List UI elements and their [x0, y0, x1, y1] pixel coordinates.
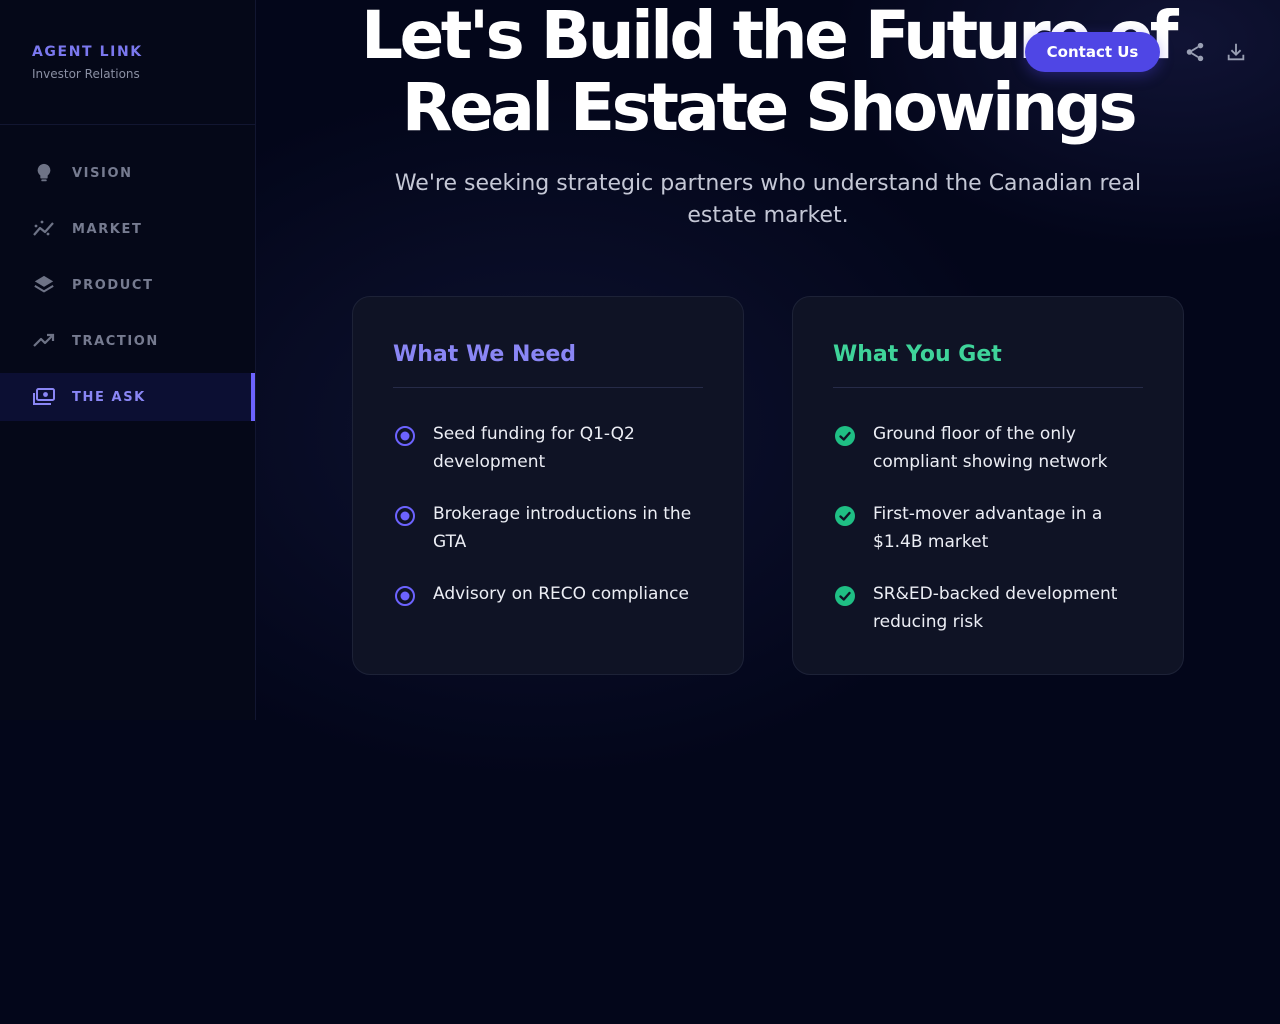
list-item: Seed funding for Q1-Q2 development: [393, 420, 703, 476]
layers-icon: [32, 273, 56, 297]
brand-title: AGENT LINK: [32, 44, 143, 60]
list-item: First-mover advantage in a $1.4B market: [833, 500, 1143, 556]
brand-subtitle: Investor Relations: [32, 67, 140, 81]
check-circle-icon: [833, 584, 857, 608]
list-item: Ground floor of the only compliant showi…: [833, 420, 1143, 476]
sidebar-item-traction[interactable]: TRACTION: [0, 317, 255, 365]
check-circle-icon: [833, 424, 857, 448]
sidebar-item-label: THE ASK: [72, 389, 146, 405]
page-title: Let's Build the Future of Real Estate Sh…: [340, 0, 1196, 144]
radio-dot-icon: [393, 504, 417, 528]
list-item: SR&ED-backed development reducing risk: [833, 580, 1143, 636]
list-item: Brokerage introductions in the GTA: [393, 500, 703, 556]
cash-icon: [32, 385, 56, 409]
chart-line-icon: [32, 217, 56, 241]
share-icon[interactable]: [1183, 40, 1207, 64]
card-title: What We Need: [393, 337, 703, 388]
sidebar-item-the-ask[interactable]: THE ASK: [0, 373, 255, 421]
needs-list: Seed funding for Q1-Q2 development Broke…: [393, 420, 703, 608]
sidebar-item-label: VISION: [72, 165, 133, 181]
sidebar-item-label: TRACTION: [72, 333, 159, 349]
what-we-need-card: What We Need Seed funding for Q1-Q2 deve…: [352, 296, 744, 675]
what-you-get-card: What You Get Ground floor of the only co…: [792, 296, 1184, 675]
page-title-line-2: Real Estate Showings: [401, 69, 1138, 146]
sidebar-item-label: PRODUCT: [72, 277, 154, 293]
list-item-text: Ground floor of the only compliant showi…: [873, 424, 1108, 472]
card-title: What You Get: [833, 337, 1143, 388]
contact-us-button[interactable]: Contact Us: [1025, 32, 1160, 72]
sidebar: AGENT LINK Investor Relations VISION MAR…: [0, 0, 256, 720]
sidebar-item-vision[interactable]: VISION: [0, 149, 255, 197]
sidebar-item-label: MARKET: [72, 221, 143, 237]
page-subtitle: We're seeking strategic partners who und…: [394, 171, 1142, 228]
list-item: Advisory on RECO compliance: [393, 580, 703, 608]
list-item-text: Brokerage introductions in the GTA: [433, 504, 692, 552]
app-root: AGENT LINK Investor Relations VISION MAR…: [0, 0, 1280, 1024]
gets-list: Ground floor of the only compliant showi…: [833, 420, 1143, 636]
radio-dot-icon: [393, 584, 417, 608]
lightbulb-icon: [32, 161, 56, 185]
list-item-text: First-mover advantage in a $1.4B market: [873, 504, 1103, 552]
check-circle-icon: [833, 504, 857, 528]
sidebar-item-market[interactable]: MARKET: [0, 205, 255, 253]
list-item-text: SR&ED-backed development reducing risk: [873, 584, 1118, 632]
trending-up-icon: [32, 329, 56, 353]
list-item-text: Seed funding for Q1-Q2 development: [433, 424, 635, 472]
sidebar-nav: VISION MARKET PRODUCT TRACTION THE ASK: [0, 149, 255, 421]
download-icon[interactable]: [1224, 40, 1248, 64]
sidebar-item-product[interactable]: PRODUCT: [0, 261, 255, 309]
list-item-text: Advisory on RECO compliance: [433, 584, 689, 604]
brand: AGENT LINK Investor Relations: [0, 0, 255, 125]
radio-dot-icon: [393, 424, 417, 448]
